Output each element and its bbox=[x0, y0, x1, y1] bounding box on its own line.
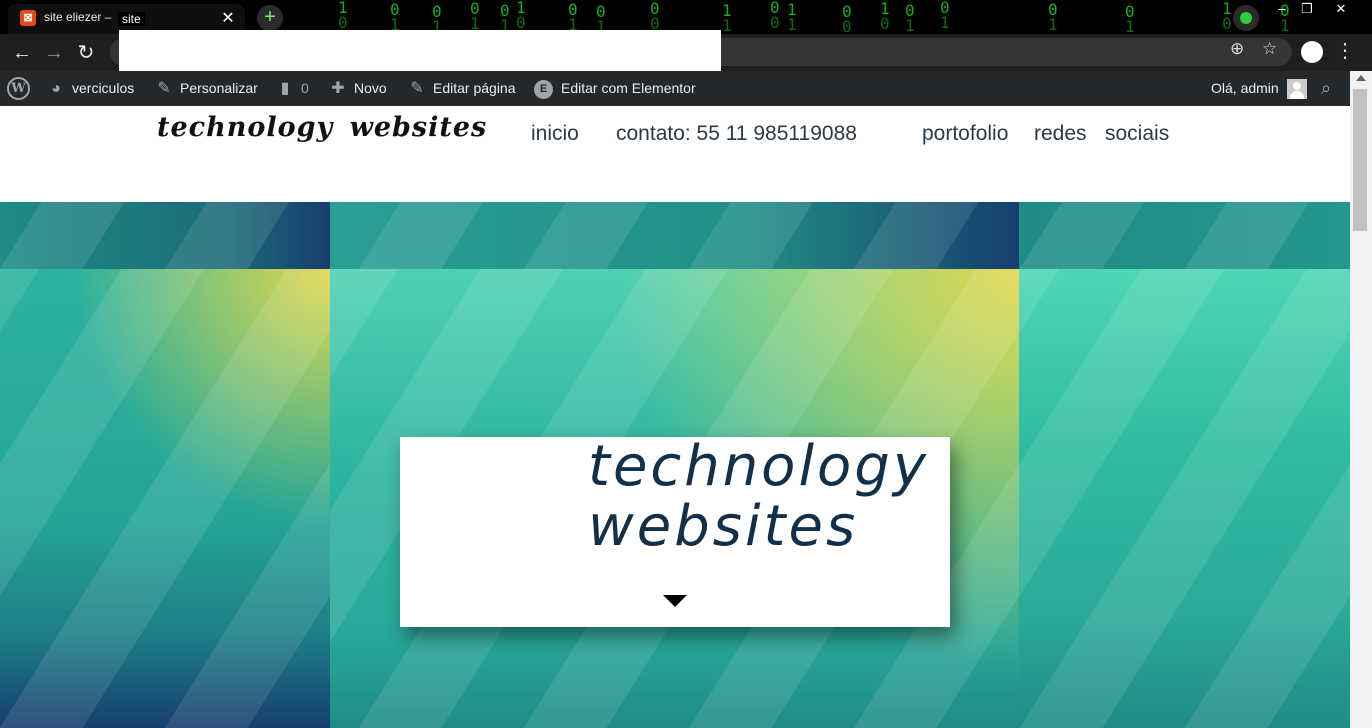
plus-icon: ✚ bbox=[331, 80, 345, 97]
profile-avatar[interactable] bbox=[1301, 41, 1323, 63]
hero-card: technology websites bbox=[400, 437, 950, 627]
site-logo[interactable]: technology websites bbox=[157, 112, 487, 143]
user-avatar bbox=[1286, 79, 1307, 100]
hero-band-center bbox=[330, 202, 1019, 269]
hero-title-line2: websites bbox=[588, 494, 859, 559]
matrix-digit: 1 bbox=[1048, 15, 1058, 34]
hero-panel-left bbox=[0, 269, 330, 728]
search-icon[interactable]: ⌕ bbox=[1321, 71, 1331, 106]
matrix-digit: 1 bbox=[880, 0, 890, 18]
forward-arrow-icon[interactable]: → bbox=[40, 40, 68, 66]
matrix-digit: 0 bbox=[390, 0, 400, 19]
scroll-down-arrow-icon[interactable] bbox=[663, 595, 687, 607]
matrix-digit: 1 bbox=[787, 15, 797, 34]
matrix-digit: 1 bbox=[1222, 0, 1232, 18]
matrix-digit: 0 bbox=[1048, 0, 1058, 19]
matrix-digit: 1 bbox=[722, 1, 732, 20]
nav-sociais[interactable]: sociais bbox=[1105, 122, 1169, 146]
comments-count: 0 bbox=[301, 80, 309, 96]
matrix-digit: 1 bbox=[1280, 16, 1290, 34]
site-name-label: verciculos bbox=[72, 80, 135, 96]
tab-title: site eliezer – bbox=[44, 10, 112, 24]
scrollbar-thumb[interactable] bbox=[1353, 89, 1367, 231]
bookmark-star-icon[interactable]: ☆ bbox=[1262, 39, 1277, 59]
extension-icon[interactable] bbox=[1233, 5, 1259, 31]
reload-icon[interactable]: ↻ bbox=[72, 40, 100, 66]
xampp-favicon-icon: ⊠ bbox=[20, 10, 36, 26]
matrix-digit: 0 bbox=[1222, 14, 1232, 33]
matrix-digit: 0 bbox=[500, 1, 510, 20]
hero-title: technology websites bbox=[588, 437, 929, 557]
hero-title-line1: technology bbox=[588, 434, 929, 499]
comment-bubble-icon: ▮ bbox=[280, 80, 290, 97]
matrix-digit: 0 bbox=[770, 13, 780, 32]
adminbar-edit-page[interactable]: ✎ Editar página bbox=[407, 71, 516, 106]
elementor-icon: E bbox=[534, 79, 553, 99]
matrix-digit: 1 bbox=[338, 0, 348, 17]
site-header: technology websites inicio contato: 55 1… bbox=[0, 106, 1350, 202]
page-scrollbar[interactable] bbox=[1350, 71, 1372, 728]
matrix-digit: 0 bbox=[650, 0, 660, 18]
nav-contato[interactable]: contato: 55 11 985119088 bbox=[616, 122, 857, 146]
customize-label: Personalizar bbox=[180, 80, 258, 96]
nav-portofolio[interactable]: portofolio bbox=[922, 122, 1008, 146]
matrix-digit: 0 bbox=[770, 0, 780, 17]
matrix-digit: 0 bbox=[432, 2, 442, 21]
dashboard-icon: ◕ bbox=[51, 80, 61, 97]
page-viewport: technology websites inicio contato: 55 1… bbox=[0, 106, 1350, 728]
wordpress-logo-icon[interactable]: W bbox=[7, 77, 30, 100]
tab-close-icon[interactable]: ✕ bbox=[219, 8, 237, 28]
edit-elementor-label: Editar com Elementor bbox=[561, 80, 696, 96]
scroll-up-arrow-icon[interactable] bbox=[1356, 75, 1366, 81]
browser-toolbar: ← → ↻ ⊕ ☆ ⋮ bbox=[0, 30, 1372, 75]
matrix-digit: 0 bbox=[1125, 2, 1135, 21]
matrix-digit: 1 bbox=[905, 16, 915, 34]
matrix-digit: 1 bbox=[516, 0, 526, 17]
wp-admin-bar: W ◕ verciculos ✎ Personalizar ▮ 0 ✚ Novo ✎ Ed… bbox=[0, 71, 1372, 106]
matrix-digit: 1 bbox=[1125, 17, 1135, 35]
hero-section: technology websites bbox=[0, 202, 1350, 728]
tab-title-overlay: site bbox=[118, 12, 145, 26]
back-arrow-icon[interactable]: ← bbox=[8, 40, 36, 66]
greeting-label: Olá, admin bbox=[1211, 80, 1279, 96]
new-label: Novo bbox=[354, 80, 387, 96]
close-window-button[interactable]: ✕ bbox=[1326, 0, 1356, 18]
matrix-digit: 0 bbox=[905, 1, 915, 20]
adminbar-customize[interactable]: ✎ Personalizar bbox=[154, 71, 258, 106]
pencil-icon: ✎ bbox=[410, 80, 424, 97]
matrix-digit: 0 bbox=[516, 13, 526, 32]
adminbar-site-name[interactable]: ◕ verciculos bbox=[46, 71, 134, 106]
matrix-digit: 0 bbox=[940, 0, 950, 17]
matrix-digit: 0 bbox=[568, 0, 578, 19]
adminbar-account[interactable]: Olá, admin bbox=[1211, 71, 1307, 106]
hero-panel-right bbox=[1019, 269, 1350, 728]
menu-kebab-icon[interactable]: ⋮ bbox=[1335, 38, 1355, 63]
matrix-digit: 0 bbox=[880, 14, 890, 33]
hero-band-left bbox=[0, 202, 330, 269]
matrix-digit: 1 bbox=[722, 16, 732, 34]
matrix-digit: 0 bbox=[842, 2, 852, 21]
matrix-digit: 0 bbox=[338, 13, 348, 32]
restore-button[interactable]: ❐ bbox=[1292, 0, 1322, 18]
matrix-digit: 0 bbox=[842, 17, 852, 35]
nav-inicio[interactable]: inicio bbox=[531, 122, 579, 146]
matrix-digit: 0 bbox=[470, 0, 480, 18]
edit-page-label: Editar página bbox=[433, 80, 516, 96]
new-tab-button[interactable]: + bbox=[257, 5, 283, 31]
adminbar-comments[interactable]: ▮ 0 bbox=[275, 71, 309, 106]
brush-icon: ✎ bbox=[157, 80, 171, 97]
zoom-icon[interactable]: ⊕ bbox=[1230, 39, 1244, 59]
nav-redes[interactable]: redes bbox=[1034, 122, 1087, 146]
matrix-digit: 1 bbox=[787, 0, 797, 19]
hero-band-right bbox=[1019, 202, 1350, 269]
browser-tab-strip: 1001010101100101001100110010010101011001… bbox=[0, 0, 1372, 34]
matrix-digit: 1 bbox=[940, 13, 950, 32]
matrix-digit: 0 bbox=[596, 2, 606, 21]
adminbar-edit-elementor[interactable]: E Editar com Elementor bbox=[534, 71, 696, 106]
address-redaction bbox=[119, 30, 721, 75]
adminbar-new[interactable]: ✚ Novo bbox=[328, 71, 387, 106]
